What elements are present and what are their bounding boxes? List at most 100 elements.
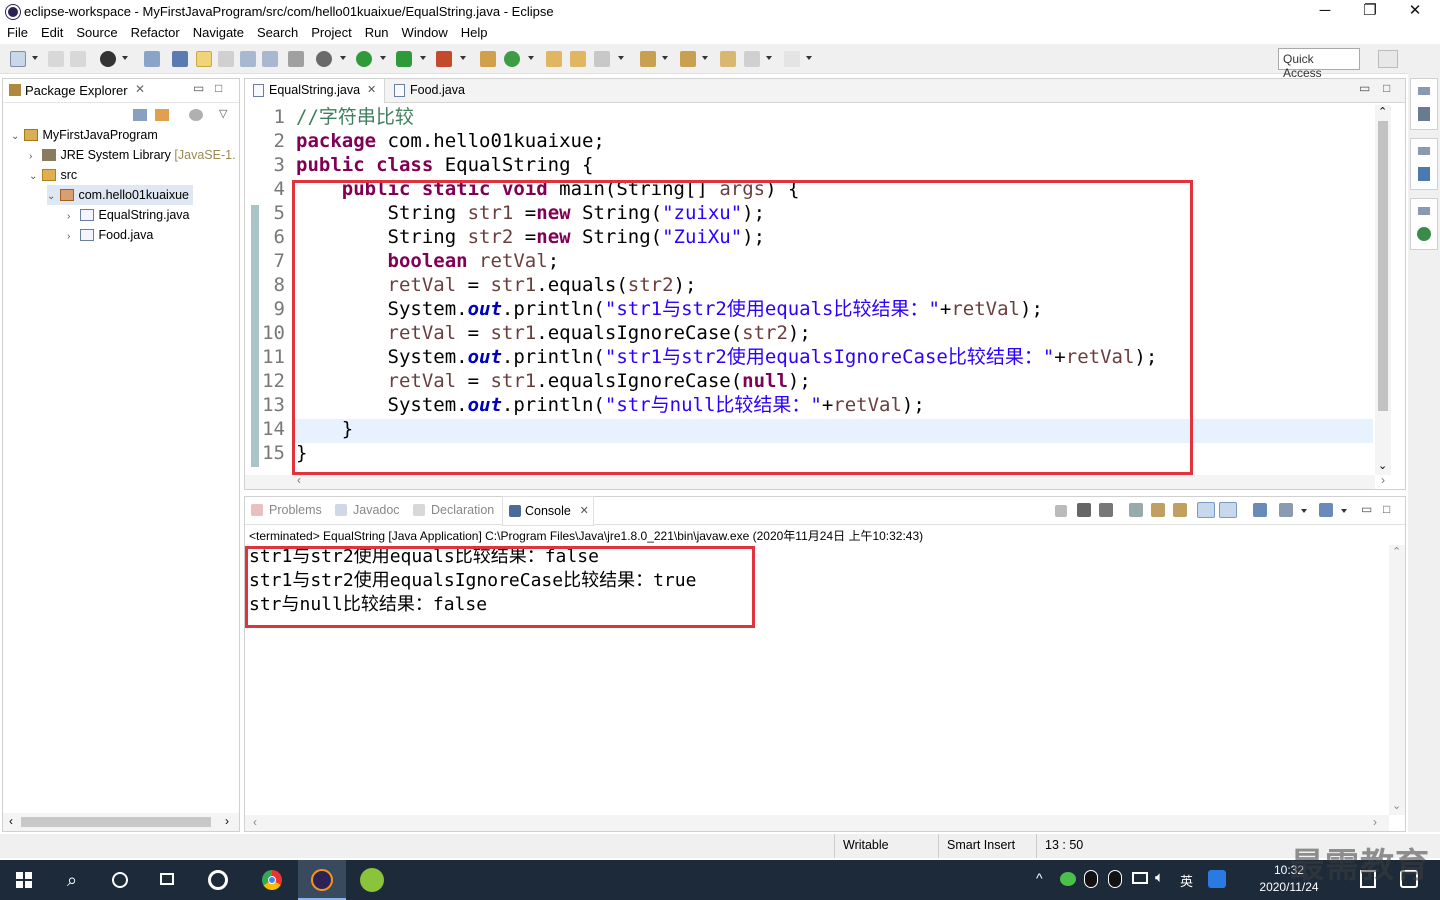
restore-icon[interactable]	[1418, 87, 1430, 95]
tree-item-project[interactable]: ⌄ MyFirstJavaProgram	[11, 125, 158, 145]
code-line[interactable]: 2 package com.hello01kuaixue;	[245, 129, 1375, 153]
next-annotation-dropdown-icon[interactable]	[662, 56, 668, 60]
tree-item-src[interactable]: ⌄ src	[29, 165, 77, 185]
close-button[interactable]: ✕	[1392, 0, 1438, 24]
ime-indicator[interactable]: 英	[1180, 871, 1193, 890]
close-tab-icon[interactable]: ✕	[580, 497, 589, 525]
tree-item-equalstring[interactable]: › EqualString.java	[67, 205, 190, 225]
run-icon[interactable]	[356, 51, 372, 67]
save-all-icon[interactable]	[70, 51, 86, 67]
show-hidden-icons[interactable]: ^	[1036, 870, 1043, 886]
search-dropdown-icon[interactable]	[618, 56, 624, 60]
qq-icon[interactable]	[1108, 870, 1122, 888]
maximize-editor-icon[interactable]: □	[1383, 81, 1390, 95]
coverage-icon[interactable]	[396, 51, 412, 67]
minimize-view-icon[interactable]: ▭	[1361, 502, 1372, 516]
open-console-icon[interactable]	[1319, 503, 1333, 517]
new-class-icon[interactable]	[504, 51, 520, 67]
tab-console[interactable]: Console ✕	[503, 497, 593, 525]
restore-icon[interactable]	[1418, 207, 1430, 215]
open-task-icon[interactable]	[570, 51, 586, 67]
edit-icon[interactable]	[218, 51, 234, 67]
tab-declaration[interactable]: Declaration	[413, 503, 494, 517]
git-icon[interactable]	[1417, 227, 1431, 241]
view-menu-icon[interactable]: ▽	[219, 107, 227, 120]
scroll-left-icon[interactable]: ‹	[297, 473, 301, 487]
menu-source[interactable]: Source	[69, 24, 123, 40]
skip-breakpoints-icon[interactable]	[144, 51, 160, 67]
new-dropdown-icon[interactable]	[32, 56, 38, 60]
collapse-icon[interactable]: ›	[67, 227, 77, 247]
task-view-icon[interactable]	[144, 860, 192, 900]
back-icon[interactable]	[744, 51, 760, 67]
external-tools-dropdown-icon[interactable]	[460, 56, 466, 60]
open-perspective-icon[interactable]	[100, 51, 116, 67]
perspective-dropdown-icon[interactable]	[122, 56, 128, 60]
debug-icon[interactable]	[316, 51, 332, 67]
collapse-icon[interactable]: ›	[67, 207, 77, 227]
open-perspective-button[interactable]	[1378, 50, 1398, 68]
debug-dropdown-icon[interactable]	[340, 56, 346, 60]
restore-button[interactable]: ❐	[1347, 0, 1393, 24]
package-explorer-tab[interactable]: Package Explorer ✕ ▭ □	[3, 79, 239, 103]
trimmed-view-group-1[interactable]	[1410, 78, 1438, 130]
run-dropdown-icon[interactable]	[380, 56, 386, 60]
scroll-right-icon[interactable]: ›	[1381, 473, 1385, 487]
menu-project[interactable]: Project	[304, 24, 357, 40]
show-stdout-icon[interactable]	[1197, 502, 1215, 518]
open-console-dropdown-icon[interactable]	[1341, 509, 1347, 513]
menu-search[interactable]: Search	[250, 24, 304, 40]
menu-run[interactable]: Run	[358, 24, 395, 40]
terminate-icon[interactable]	[1055, 505, 1067, 517]
console-horizontal-scrollbar[interactable]: ‹ ›	[245, 815, 1389, 831]
tree-item-food[interactable]: › Food.java	[67, 225, 153, 245]
scrollbar-thumb[interactable]	[1378, 121, 1388, 411]
open-type-icon[interactable]	[546, 51, 562, 67]
scroll-left-icon[interactable]: ‹	[253, 815, 257, 829]
maximize-view-icon[interactable]: □	[215, 81, 222, 95]
chrome-icon[interactable]	[248, 860, 296, 900]
quick-access-field[interactable]: Quick Access	[1278, 48, 1360, 80]
menu-refactor[interactable]: Refactor	[124, 24, 186, 40]
console-vertical-scrollbar[interactable]: ⌃ ⌄	[1389, 545, 1405, 815]
minimize-editor-icon[interactable]: ▭	[1359, 81, 1370, 95]
scroll-up-icon[interactable]: ⌃	[1392, 545, 1401, 558]
scroll-lock-icon[interactable]	[1151, 503, 1165, 517]
menu-edit[interactable]: Edit	[34, 24, 69, 40]
search-icon[interactable]: ⌕	[48, 860, 96, 900]
expand-icon[interactable]: ⌄	[29, 167, 39, 187]
collapse-icon[interactable]: ›	[29, 147, 39, 167]
word-wrap-icon[interactable]	[1173, 503, 1187, 517]
save-icon[interactable]	[48, 51, 64, 67]
trimmed-view-group-3[interactable]	[1410, 198, 1438, 250]
menu-help[interactable]: Help	[454, 24, 494, 40]
input-method-icon[interactable]	[1208, 870, 1226, 888]
eclipse-taskbar-icon[interactable]	[298, 860, 346, 900]
scroll-down-icon[interactable]: ⌄	[1378, 459, 1387, 472]
cortana-icon[interactable]	[96, 860, 144, 900]
search-icon[interactable]	[594, 51, 610, 67]
clear-console-icon[interactable]	[1129, 503, 1143, 517]
tab-food[interactable]: Food.java	[386, 79, 486, 103]
display-console-icon[interactable]	[1279, 503, 1293, 517]
menu-navigate[interactable]: Navigate	[186, 24, 250, 40]
expand-icon[interactable]: ⌄	[11, 127, 21, 147]
minimize-view-icon[interactable]: ▭	[193, 81, 204, 95]
wechat-icon[interactable]	[1060, 872, 1076, 886]
tree-item-package[interactable]: ⌄ com.hello01kuaixue	[47, 185, 193, 205]
back-dropdown-icon[interactable]	[766, 56, 772, 60]
tab-equalstring[interactable]: EqualString.java ✕	[245, 79, 385, 103]
code-line[interactable]: 3 public class EqualString {	[245, 153, 1375, 177]
forward-dropdown-icon[interactable]	[806, 56, 812, 60]
minimize-button[interactable]: ─	[1302, 0, 1348, 24]
previous-annotation-icon[interactable]	[680, 51, 696, 67]
remove-all-terminated-icon[interactable]	[1099, 503, 1113, 517]
code-line[interactable]: 1 //字符串比较	[245, 105, 1375, 129]
tab-problems[interactable]: Problems	[251, 503, 322, 517]
block-select-icon[interactable]	[240, 51, 256, 67]
link-with-editor-icon[interactable]	[155, 109, 169, 121]
green-app-icon[interactable]	[348, 860, 396, 900]
editor-vertical-scrollbar[interactable]: ⌃ ⌄	[1375, 105, 1391, 475]
previous-annotation-dropdown-icon[interactable]	[702, 56, 708, 60]
last-edit-icon[interactable]	[720, 51, 736, 67]
